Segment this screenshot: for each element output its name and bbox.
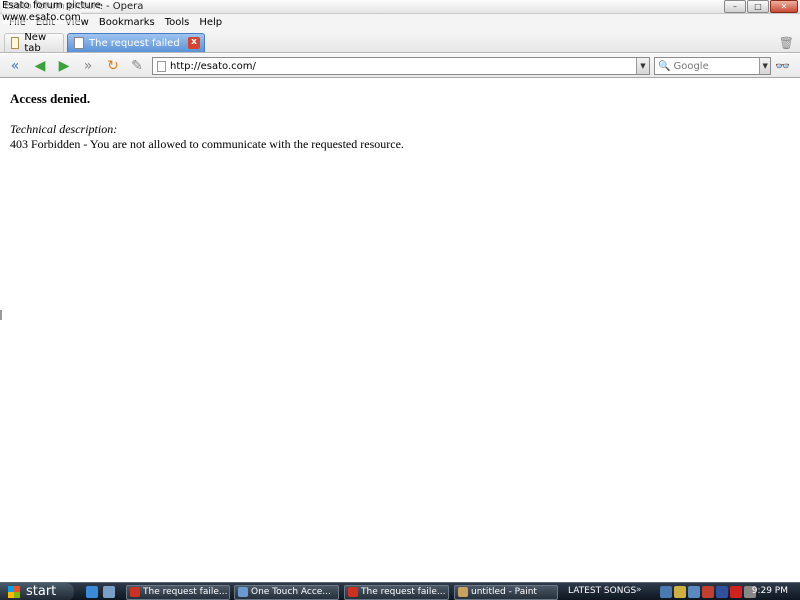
- close-window-button[interactable]: ✕: [770, 0, 798, 13]
- start-label: start: [26, 584, 57, 599]
- menu-bar: File Edit View Bookmarks Tools Help: [0, 14, 800, 31]
- task-label: One Touch Acce...: [251, 587, 331, 597]
- paint-icon: [458, 587, 468, 597]
- search-box[interactable]: 🔍 ▼: [654, 57, 771, 75]
- task-label: The request faile...: [143, 587, 228, 597]
- opera-icon: [348, 587, 358, 597]
- task-label: untitled - Paint: [471, 587, 537, 597]
- task-label: The request faile...: [361, 587, 446, 597]
- menu-bookmarks[interactable]: Bookmarks: [94, 17, 160, 28]
- back-icon[interactable]: ◀: [31, 57, 49, 75]
- panel-toggle-handle[interactable]: [0, 310, 2, 320]
- new-tab-icon: [11, 37, 20, 49]
- start-button[interactable]: start: [0, 583, 74, 600]
- page-icon: [157, 60, 166, 72]
- task-one-touch[interactable]: One Touch Acce...: [234, 585, 339, 600]
- binoculars-icon[interactable]: 👓: [775, 59, 790, 73]
- task-opera-1[interactable]: The request faile...: [126, 585, 230, 600]
- taskbar: start The request faile... One Touch Acc…: [0, 582, 800, 600]
- clock: 9:29 PM: [751, 586, 788, 596]
- url-text[interactable]: http://esato.com/: [170, 61, 636, 72]
- monitor-icon[interactable]: [688, 586, 700, 598]
- tab-new[interactable]: New tab: [4, 32, 64, 54]
- window-controls: – □ ✕: [724, 0, 798, 13]
- page-content: Access denied. Technical description: 40…: [0, 79, 800, 582]
- description-label: Technical description:: [10, 122, 118, 136]
- menu-help[interactable]: Help: [194, 17, 227, 28]
- description-text: 403 Forbidden - You are not allowed to c…: [10, 137, 404, 151]
- tab-new-label: New tab: [24, 32, 47, 54]
- search-engine-dropdown-icon[interactable]: ▼: [759, 58, 770, 74]
- tab-bar: New tab The request failed x 🗑: [0, 31, 800, 54]
- trash-icon[interactable]: 🗑: [779, 36, 794, 50]
- windows-logo-icon: [8, 586, 20, 598]
- volume-icon[interactable]: [716, 586, 728, 598]
- title-bar: Esato forum picture - Opera – □ ✕: [0, 0, 800, 14]
- menu-tools[interactable]: Tools: [160, 17, 195, 28]
- tab-close-button[interactable]: x: [188, 37, 200, 49]
- page-icon: [74, 37, 84, 49]
- antivirus-icon[interactable]: [730, 586, 742, 598]
- search-icon[interactable]: 🔍: [658, 61, 670, 72]
- address-bar[interactable]: http://esato.com/ ▼: [152, 57, 650, 75]
- tab-active[interactable]: The request failed x: [67, 33, 205, 52]
- rewind-icon[interactable]: «: [6, 57, 24, 75]
- page-heading: Access denied.: [10, 91, 91, 106]
- forward-icon[interactable]: ▶: [55, 57, 73, 75]
- fast-forward-icon[interactable]: »: [79, 57, 97, 75]
- minimize-button[interactable]: –: [724, 0, 746, 13]
- watermark-line-2: www.esato.com: [2, 12, 81, 24]
- opera-icon: [130, 587, 140, 597]
- search-input[interactable]: [673, 60, 760, 72]
- watermark-line-1: Esato forum picture: [2, 0, 101, 12]
- edit-pencil-icon[interactable]: ✎: [128, 57, 146, 75]
- task-opera-2[interactable]: The request faile...: [344, 585, 449, 600]
- latest-songs-toolbar[interactable]: LATEST SONGS: [568, 586, 636, 596]
- ie-icon[interactable]: [86, 586, 98, 598]
- watermark: Esato forum picture www.esato.com: [2, 0, 101, 24]
- app-icon: [238, 587, 248, 597]
- task-paint[interactable]: untitled - Paint: [454, 585, 558, 600]
- network-icon[interactable]: [660, 586, 672, 598]
- navigation-bar: « ◀ ▶ » ↻ ✎ http://esato.com/ ▼ 🔍 ▼ 👓: [0, 54, 800, 78]
- toolbar-chevron-icon[interactable]: »: [636, 585, 642, 595]
- system-tray: [660, 586, 756, 598]
- security-icon[interactable]: [702, 586, 714, 598]
- maximize-button[interactable]: □: [747, 0, 769, 13]
- reload-icon[interactable]: ↻: [104, 57, 122, 75]
- chevron-down-icon[interactable]: ▼: [636, 58, 649, 74]
- power-icon[interactable]: [674, 586, 686, 598]
- show-desktop-icon[interactable]: [103, 586, 115, 598]
- tab-active-label: The request failed: [89, 37, 180, 49]
